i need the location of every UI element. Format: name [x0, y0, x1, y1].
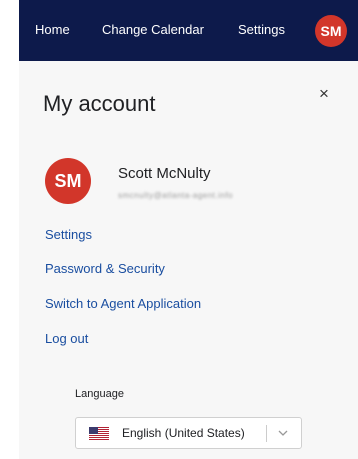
- switch-to-agent-link[interactable]: Switch to Agent Application: [45, 296, 201, 312]
- us-flag-icon: [89, 427, 109, 440]
- profile-name: Scott McNulty: [118, 165, 211, 182]
- language-selected-value: English (United States): [122, 426, 245, 440]
- nav-home-link[interactable]: Home: [35, 22, 70, 38]
- settings-link[interactable]: Settings: [45, 227, 92, 243]
- panel-title: My account: [43, 91, 156, 116]
- log-out-link[interactable]: Log out: [45, 331, 88, 347]
- chevron-down-icon: [278, 430, 288, 436]
- nav-user-avatar[interactable]: SM: [315, 15, 347, 47]
- my-account-panel: My account × SM Scott McNulty smcnulty@a…: [19, 61, 358, 459]
- close-icon[interactable]: ×: [314, 84, 334, 104]
- language-select[interactable]: English (United States): [75, 417, 302, 449]
- profile-avatar-initials: SM: [54, 170, 82, 191]
- language-label: Language: [75, 388, 124, 400]
- profile-avatar: SM: [45, 158, 91, 204]
- left-margin: [0, 0, 19, 459]
- select-divider: [266, 425, 267, 442]
- nav-change-calendar-link[interactable]: Change Calendar: [102, 22, 204, 38]
- password-security-link[interactable]: Password & Security: [45, 261, 165, 277]
- nav-settings-link[interactable]: Settings: [238, 22, 285, 38]
- top-navbar: Home Change Calendar Settings SM: [19, 0, 358, 61]
- nav-avatar-initials: SM: [320, 23, 342, 39]
- profile-email: smcnulty@atlanta-agent.info: [118, 191, 234, 200]
